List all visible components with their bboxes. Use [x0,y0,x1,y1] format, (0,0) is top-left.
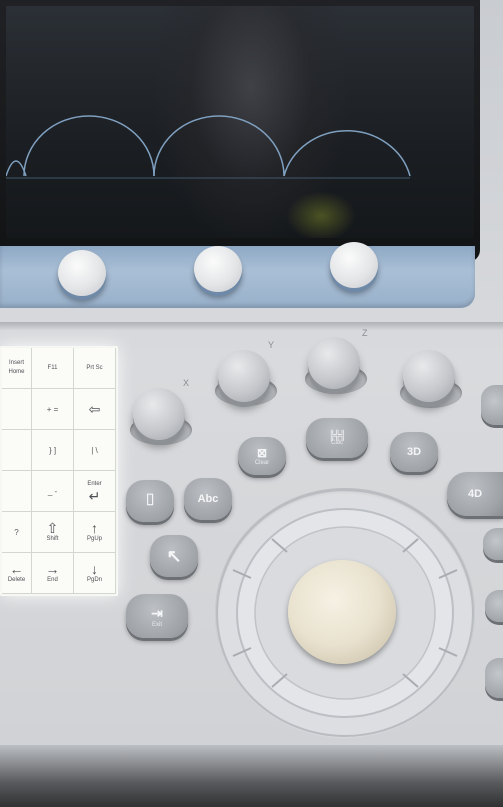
knob-y[interactable] [218,350,270,402]
key-pgdn[interactable]: ↓ PgDn [74,553,116,594]
monitor-knob-1[interactable] [58,250,106,296]
pointer-button[interactable]: ↖ [150,535,198,577]
key-enter[interactable]: Enter ↵ [74,471,116,512]
monitor-knob-3[interactable] [330,242,378,288]
calc-button[interactable]: ╠╬╣ Calc [306,418,368,458]
body-marker-button[interactable]: ⌷ [126,480,174,522]
knob-y-label: Y [268,340,275,350]
monitor-screen [6,6,474,238]
key-end[interactable]: → End [32,553,74,594]
key-question[interactable]: ? [2,512,32,553]
body-marker-icon: ⌷ [145,492,155,509]
console-bottom-edge [0,745,503,807]
edge-knob[interactable] [481,385,503,425]
up-arrow-icon: ↑ [91,519,98,536]
knob-x-label: X [183,378,190,388]
key-pgup[interactable]: ↑ PgUp [74,512,116,553]
key-underscore-minus[interactable]: _ - [32,471,74,512]
key-shift[interactable]: ⇧ Shift [32,512,74,553]
key-brace[interactable]: } ] [32,430,74,471]
key-blank-1[interactable] [2,389,32,430]
panel-edge [0,322,503,330]
left-arrow-icon: ← [9,560,24,577]
key-backspace[interactable]: ⇦ [74,389,116,430]
backlit-keyboard: Insert Home F11 Prt Sc + = ⇦ } ] | \ _ -… [0,346,118,596]
key-blank-2[interactable] [2,430,32,471]
edge-button-1[interactable] [483,528,503,560]
exit-icon: ⇥ [151,604,163,621]
exit-button[interactable]: ⇥ Exit [126,594,188,638]
enter-arrow-icon: ↵ [88,487,101,504]
key-f11[interactable]: F11 [32,348,74,389]
key-prtsc[interactable]: Prt Sc [74,348,116,389]
backspace-arrow-icon: ⇦ [88,401,101,417]
monitor-knob-2[interactable] [194,246,242,292]
caliper-icon: ⊠ [256,446,268,460]
right-arrow-icon: → [45,560,60,577]
knob-4[interactable] [403,350,455,402]
key-blank-3[interactable] [2,471,32,512]
shift-arrow-icon: ⇧ [46,519,59,536]
clear-button[interactable]: ⊠ Clear [238,437,286,475]
down-arrow-icon: ↓ [91,560,98,577]
edge-button-3[interactable] [485,658,503,698]
trackball[interactable] [288,560,396,664]
edge-button-2[interactable] [485,590,503,622]
key-plus-equals[interactable]: + = [32,389,74,430]
knob-x[interactable] [133,388,185,440]
knob-z-label: Z [362,328,368,338]
knob-z[interactable] [308,337,360,389]
pointer-arrow-icon: ↖ [166,545,182,566]
arc-waveform-icon [6,115,411,179]
key-insert-home[interactable]: Insert Home [2,348,32,389]
key-delete[interactable]: ← Delete [2,553,32,594]
calc-icon: ╠╬╣ [328,430,346,440]
3d-button[interactable]: 3D [390,432,438,472]
key-pipe[interactable]: | \ [74,430,116,471]
